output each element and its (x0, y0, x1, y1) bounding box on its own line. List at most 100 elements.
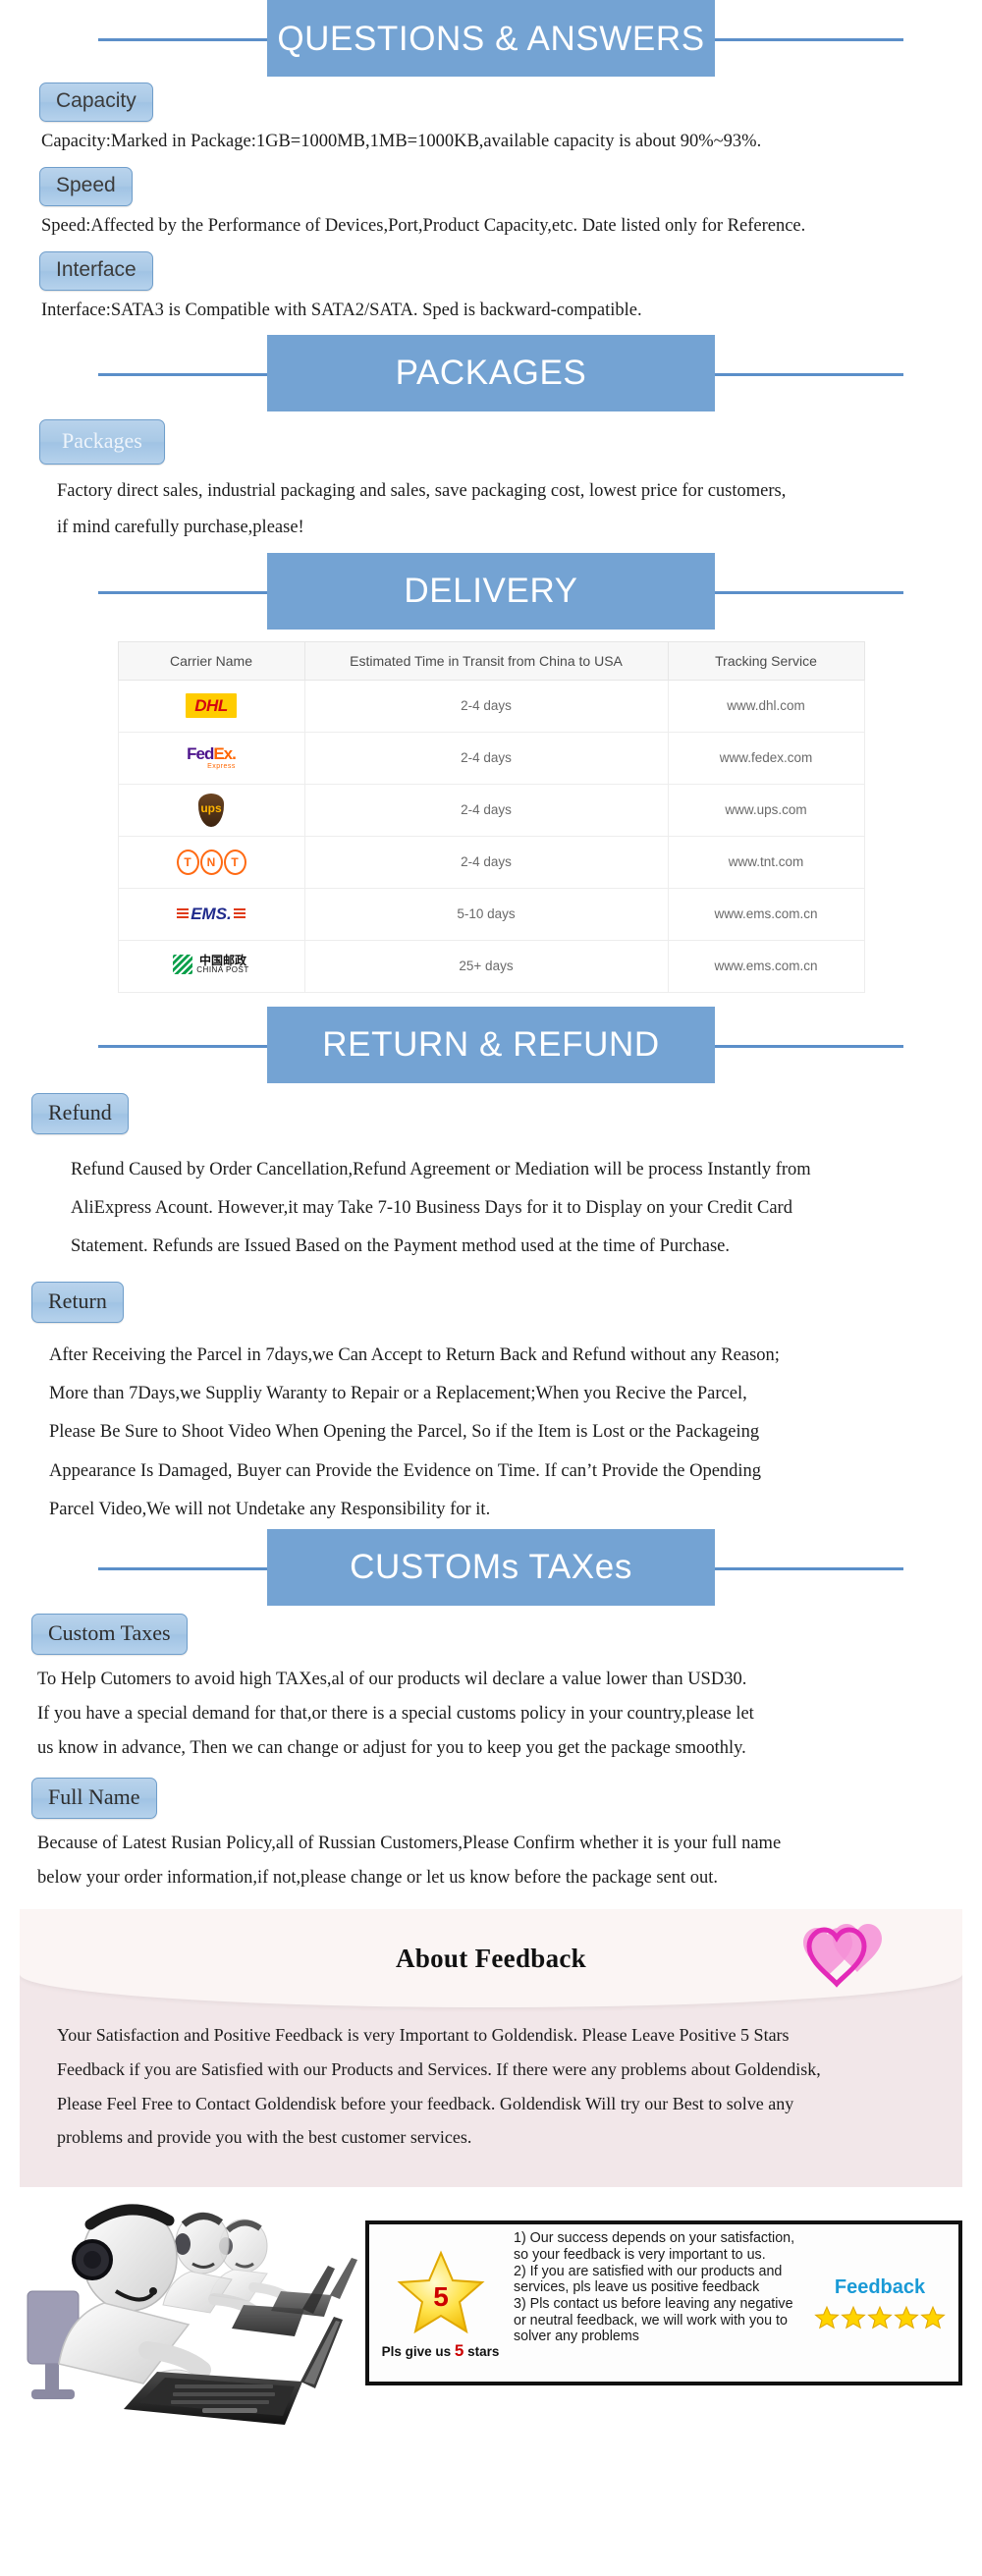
banner-rule-right (702, 1566, 903, 1570)
carrier-cell: DHL (117, 679, 305, 733)
about-feedback-panel: About Feedback Your Satisfaction and Pos… (20, 1909, 962, 2188)
full-name-line-1: Because of Latest Rusian Policy,all of R… (37, 1834, 782, 1854)
feedback-point-3: 3) Pls contact us before leaving any neg… (514, 2296, 793, 2345)
ems-logo-icon: EMS. (177, 905, 246, 922)
section-banner-return-refund: RETURN & REFUND (0, 1006, 982, 1083)
star-number: 5 (433, 2281, 449, 2312)
feedback-line-3: Please Feel Free to Contact Goldendisk b… (57, 2093, 794, 2113)
qa-item-capacity: Capacity Capacity:Marked in Package:1GB=… (0, 77, 982, 153)
table-row: EMS. 5-10 days www.ems.com.cn (117, 887, 865, 941)
banner-title: RETURN & REFUND (322, 1025, 660, 1065)
column-header-tracking: Tracking Service (667, 640, 865, 681)
tracking-cell[interactable]: www.ups.com (667, 783, 865, 837)
star-icon (814, 2305, 840, 2329)
table-row: FedEx. Express 2-4 days www.fedex.com (117, 731, 865, 785)
fedex-logo-icon: FedEx. Express (187, 743, 237, 770)
label-speed[interactable]: Speed (39, 167, 133, 207)
feedback-label: Feedback (834, 2275, 926, 2298)
label-speed-text: Speed (56, 174, 116, 197)
carrier-cell: T N T (117, 835, 305, 889)
packages-text-line-2: if mind carefully purchase,please! (57, 517, 304, 537)
tracking-cell[interactable]: www.ems.com.cn (667, 887, 865, 941)
carrier-cell: EMS. (117, 887, 305, 941)
transit-cell: 2-4 days (303, 679, 669, 733)
feedback-points-list: 1) Our success depends on your satisfact… (512, 2224, 801, 2382)
caption-pre-text: Pls give us (381, 2344, 452, 2360)
transit-cell: 5-10 days (303, 887, 669, 941)
banner-title: QUESTIONS & ANSWERS (277, 19, 705, 58)
banner-plate: RETURN & REFUND (267, 1006, 715, 1083)
custom-taxes-block: Custom Taxes To Help Cutomers to avoid h… (0, 1606, 982, 1760)
label-return[interactable]: Return (31, 1282, 124, 1324)
full-name-line-2: below your order information,if not,plea… (37, 1868, 719, 1889)
section-banner-customs-taxes: CUSTOMs TAXes (0, 1528, 982, 1606)
big-star-icon: 5 (397, 2250, 484, 2334)
label-capacity[interactable]: Capacity (39, 82, 153, 123)
ups-logo-icon: ups (198, 793, 224, 827)
label-refund-text: Refund (48, 1099, 112, 1124)
table-header-row: Carrier Name Estimated Time in Transit f… (117, 640, 865, 681)
tracking-cell[interactable]: www.tnt.com (667, 835, 865, 889)
banner-title: DELIVERY (404, 572, 578, 611)
feedback-line-1: Your Satisfaction and Positive Feedback … (57, 2025, 790, 2046)
delivery-table: Carrier Name Estimated Time in Transit f… (117, 640, 865, 993)
china-post-text: 中国邮政 CHINA POST (196, 955, 248, 974)
about-feedback-body: Your Satisfaction and Positive Feedback … (20, 2007, 962, 2187)
section-banner-packages: PACKAGES (0, 334, 982, 411)
tracking-cell[interactable]: www.dhl.com (667, 679, 865, 733)
banner-rule-right (702, 38, 903, 41)
label-full-name-text: Full Name (48, 1784, 140, 1810)
give-us-stars-caption: Pls give us 5 stars (382, 2341, 500, 2361)
label-interface[interactable]: Interface (39, 251, 153, 292)
fedex-sub-text: Express (207, 762, 236, 770)
transit-cell: 2-4 days (303, 835, 669, 889)
china-post-logo-icon: 中国邮政 CHINA POST (173, 955, 248, 975)
table-row: 中国邮政 CHINA POST 25+ days www.ems.com.cn (117, 939, 865, 993)
banner-rule-right (702, 372, 903, 376)
banner-plate: DELIVERY (267, 552, 715, 630)
refund-text-line-3: Statement. Refunds are Issued Based on t… (71, 1236, 730, 1257)
transit-cell: 2-4 days (303, 783, 669, 837)
custom-taxes-line-2: If you have a special demand for that,or… (37, 1703, 754, 1724)
label-packages[interactable]: Packages (39, 418, 165, 465)
label-return-text: Return (48, 1288, 107, 1314)
column-header-transit: Estimated Time in Transit from China to … (303, 640, 669, 681)
caption-number: 5 (454, 2341, 464, 2361)
tracking-cell[interactable]: www.ems.com.cn (667, 939, 865, 993)
five-stars-rating[interactable] (814, 2305, 946, 2330)
feedback-line-4: problems and provide you with the best c… (57, 2127, 472, 2148)
carrier-cell: 中国邮政 CHINA POST (117, 939, 305, 993)
refund-block: Refund Refund Caused by Order Cancellati… (0, 1083, 982, 1258)
banner-plate: PACKAGES (267, 334, 715, 411)
return-text-line-4: Appearance Is Damaged, Buyer can Provide… (49, 1460, 762, 1481)
feedback-point-1: 1) Our success depends on your satisfact… (514, 2230, 795, 2263)
star-icon (867, 2305, 893, 2329)
table-row: ups 2-4 days www.ups.com (117, 783, 865, 837)
return-text-line-3: Please Be Sure to Shoot Video When Openi… (49, 1422, 760, 1443)
china-post-mark (173, 955, 193, 975)
qa-text-capacity: Capacity:Marked in Package:1GB=1000MB,1M… (41, 132, 762, 152)
fedex-ex-text: Ex. (213, 743, 237, 763)
label-custom-taxes[interactable]: Custom Taxes (31, 1613, 188, 1655)
tnt-letter-n: N (199, 849, 223, 875)
banner-plate: QUESTIONS & ANSWERS (267, 0, 715, 77)
product-description-page: QUESTIONS & ANSWERS Capacity Capacity:Ma… (0, 0, 982, 2576)
refund-text-line-1: Refund Caused by Order Cancellation,Refu… (71, 1159, 811, 1179)
caption-post-text: stars (467, 2344, 500, 2360)
column-header-carrier: Carrier Name (117, 640, 305, 681)
dhl-logo-icon: DHL (186, 693, 237, 719)
return-text-line-1: After Receiving the Parcel in 7days,we C… (49, 1345, 780, 1366)
hearts-icon (803, 1924, 882, 1989)
star-icon (920, 2305, 946, 2329)
qa-item-speed: Speed Speed:Affected by the Performance … (0, 153, 982, 238)
tracking-cell[interactable]: www.fedex.com (667, 731, 865, 785)
packages-text-line-1: Factory direct sales, industrial packagi… (57, 480, 787, 501)
transit-cell: 25+ days (303, 939, 669, 993)
feedback-point-2: 2) If you are satisfied with our product… (514, 2263, 783, 2296)
label-refund[interactable]: Refund (31, 1092, 129, 1134)
banner-plate: CUSTOMs TAXes (267, 1528, 715, 1606)
star-icon (894, 2305, 919, 2329)
banner-title: PACKAGES (395, 354, 587, 393)
label-full-name[interactable]: Full Name (31, 1778, 157, 1820)
bottom-feedback-banner: 5 Pls give us 5 stars 1) Our success dep… (0, 2187, 982, 2429)
